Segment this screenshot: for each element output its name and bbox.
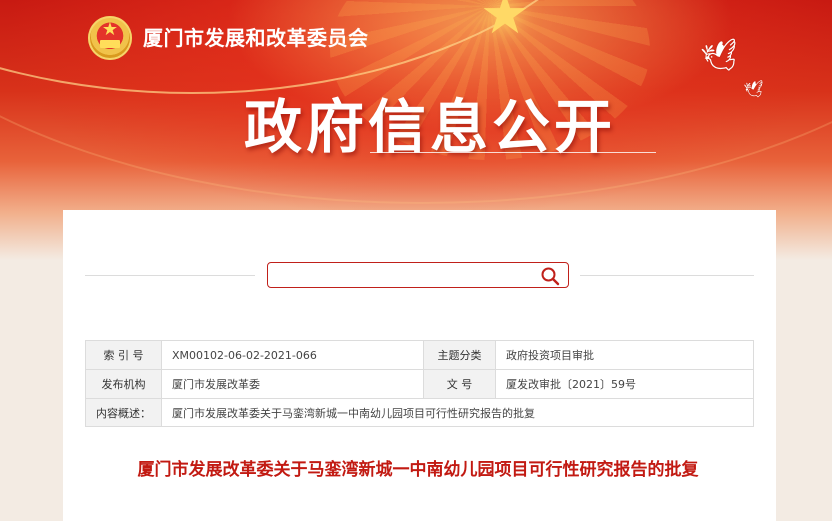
index-label: 索 引 号	[85, 340, 162, 370]
content-card: 索 引 号 XM00102-06-02-2021-066 主题分类 政府投资项目…	[63, 210, 776, 521]
table-row: 发布机构 厦门市发展改革委 文 号 厦发改审批〔2021〕59号	[85, 369, 754, 399]
dove-icon: 🕊	[742, 78, 766, 101]
summary-label: 内容概述：	[85, 398, 162, 427]
document-title: 厦门市发展改革委关于马銮湾新城一中南幼儿园项目可行性研究报告的批复	[137, 460, 699, 480]
doc-no-value: 厦发改审批〔2021〕59号	[495, 369, 754, 399]
table-row: 内容概述： 厦门市发展改革委关于马銮湾新城一中南幼儿园项目可行性研究报告的批复	[85, 398, 754, 427]
search-box	[267, 262, 569, 288]
publisher-label: 发布机构	[85, 369, 162, 399]
index-value: XM00102-06-02-2021-066	[161, 340, 424, 370]
search-icon[interactable]	[540, 266, 560, 286]
emblem-star-icon: ★	[101, 19, 119, 40]
emblem-gate-icon	[100, 40, 120, 48]
org-name[interactable]: 厦门市发展和改革委员会	[143, 22, 369, 51]
topic-value: 政府投资项目审批	[495, 340, 754, 370]
search-divider-left	[85, 275, 255, 276]
info-table: 索 引 号 XM00102-06-02-2021-066 主题分类 政府投资项目…	[85, 340, 754, 427]
search-divider-right	[580, 275, 754, 276]
glow-star-icon: ★	[479, 0, 531, 47]
topic-label: 主题分类	[423, 340, 496, 370]
summary-value: 厦门市发展改革委关于马銮湾新城一中南幼儿园项目可行性研究报告的批复	[161, 398, 754, 427]
search-input[interactable]	[274, 266, 536, 286]
title-divider	[370, 152, 656, 153]
national-emblem-icon[interactable]: ★	[88, 16, 132, 60]
table-row: 索 引 号 XM00102-06-02-2021-066 主题分类 政府投资项目…	[85, 340, 754, 370]
doc-no-label: 文 号	[423, 369, 496, 399]
publisher-value: 厦门市发展改革委	[161, 369, 424, 399]
